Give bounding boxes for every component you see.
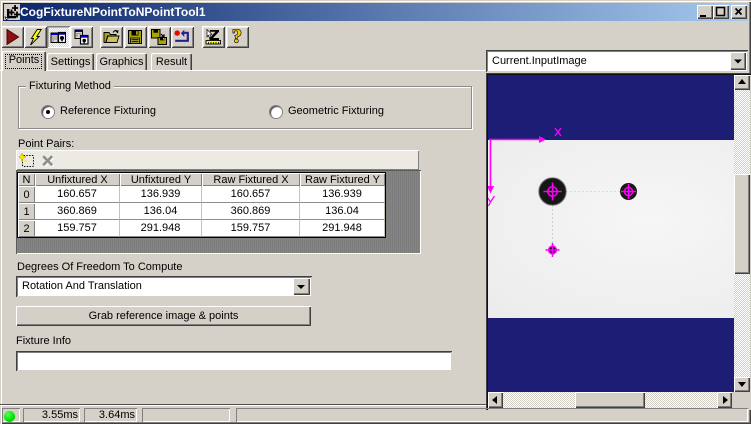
svg-text:?: ? — [232, 29, 242, 45]
